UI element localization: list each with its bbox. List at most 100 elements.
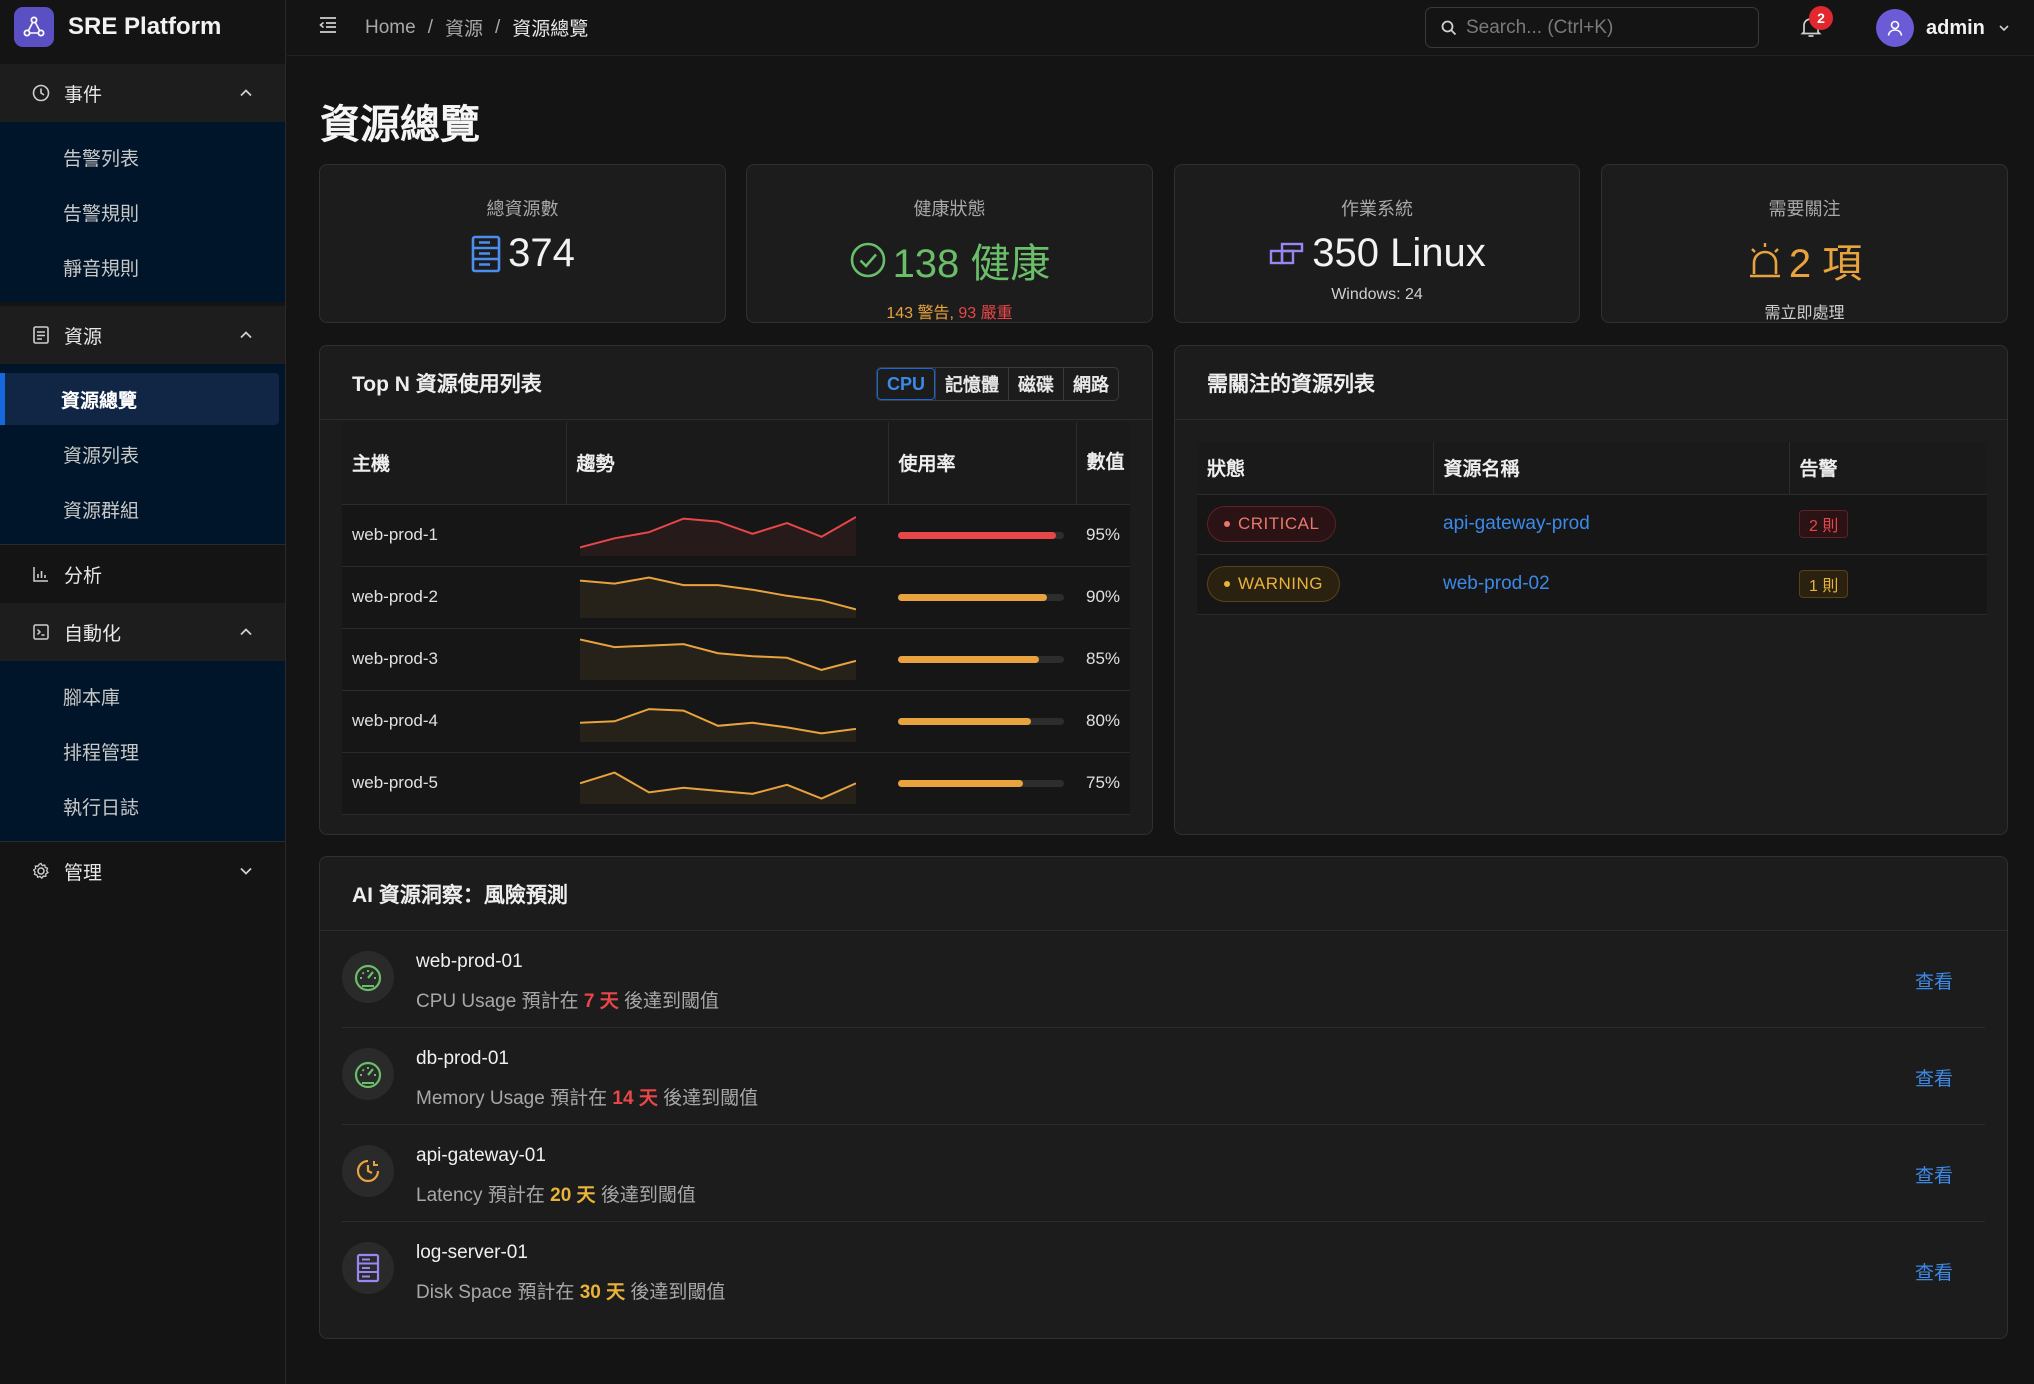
sidebar-item-resource-groups[interactable]: 資源群組 bbox=[6, 483, 279, 535]
insight-host: api-gateway-01 bbox=[416, 1145, 546, 1166]
usage-cell bbox=[888, 690, 1076, 753]
usage-cell bbox=[888, 628, 1076, 691]
view-link[interactable]: 查看 bbox=[1915, 1064, 1953, 1091]
insight-pre: 預計在 bbox=[521, 991, 579, 1012]
value-cell: 85% bbox=[1076, 628, 1130, 691]
list-item: db-prod-01 Memory Usage 預計在 14 天 後達到閾值 查… bbox=[342, 1028, 1985, 1125]
menu-group-events[interactable]: 事件 bbox=[0, 64, 285, 122]
insight-description: CPU Usage 預計在 7 天 後達到閾值 bbox=[416, 986, 719, 1013]
view-link[interactable]: 查看 bbox=[1915, 1161, 1953, 1188]
stat-sub: 需立即處理 bbox=[1764, 305, 1845, 322]
host-cell: web-prod-2 bbox=[342, 566, 566, 629]
breadcrumb: Home / 資源 / 資源總覽 bbox=[365, 14, 588, 41]
breadcrumb-current: 資源總覽 bbox=[512, 19, 589, 40]
view-link[interactable]: 查看 bbox=[1915, 1258, 1953, 1285]
sidebar-item-execution-logs[interactable]: 執行日誌 bbox=[6, 780, 279, 832]
stat-card-os: 作業系統 350 Linux Windows: 24 bbox=[1174, 164, 1580, 323]
stat-value: 374 bbox=[508, 231, 575, 275]
sidebar-item-silence-rules[interactable]: 靜音規則 bbox=[6, 241, 279, 293]
resource-link[interactable]: api-gateway-prod bbox=[1443, 513, 1590, 534]
insight-days: 7 天 bbox=[583, 991, 619, 1012]
stat-card-attention: 需要關注 2 項 需立即處理 bbox=[1601, 164, 2008, 323]
breadcrumb-separator: / bbox=[494, 16, 501, 38]
sparkline-area bbox=[580, 639, 856, 680]
sparkline-area bbox=[580, 577, 856, 618]
tab-disk[interactable]: 磁碟 bbox=[1008, 368, 1063, 400]
sidebar-item-script-library[interactable]: 腳本庫 bbox=[6, 670, 279, 722]
table-row[interactable]: web-prod-3 85% bbox=[342, 628, 1130, 691]
sidebar-item-alert-rules[interactable]: 告警規則 bbox=[6, 186, 279, 238]
sidebar-item-schedule-management[interactable]: 排程管理 bbox=[6, 725, 279, 777]
card-title: AI 資源洞察：風險預測 bbox=[320, 857, 2007, 931]
column-header-status: 狀態 bbox=[1197, 442, 1433, 495]
view-link[interactable]: 查看 bbox=[1915, 967, 1953, 994]
insight-description: Memory Usage 預計在 14 天 後達到閾值 bbox=[416, 1083, 758, 1110]
brand[interactable]: SRE Platform bbox=[0, 0, 285, 54]
menu-group-resources[interactable]: 資源 bbox=[0, 306, 285, 364]
alarm-icon bbox=[1749, 243, 1780, 278]
search-placeholder: Search... (Ctrl+K) bbox=[1466, 16, 1614, 38]
insight-description: Disk Space 預計在 30 天 後達到閾值 bbox=[416, 1277, 725, 1304]
page-title: 資源總覽 bbox=[320, 103, 480, 147]
breadcrumb-home[interactable]: Home bbox=[365, 17, 416, 39]
sidebar-item-resource-overview[interactable]: 資源總覽 bbox=[0, 373, 279, 425]
top-header: Home / 資源 / 資源總覽 Search... (Ctrl+K) 2 ad… bbox=[287, 0, 2034, 56]
usage-cell bbox=[888, 752, 1076, 815]
usage-bar-fill bbox=[898, 779, 1023, 787]
menu-group-automation[interactable]: 自動化 bbox=[0, 603, 285, 661]
username: admin bbox=[1926, 16, 1985, 39]
column-header-resource-name: 資源名稱 bbox=[1432, 442, 1789, 495]
insight-metric: CPU Usage bbox=[416, 991, 517, 1012]
value-cell: 90% bbox=[1076, 566, 1130, 629]
trend-cell bbox=[566, 566, 888, 629]
resource-link[interactable]: web-prod-02 bbox=[1443, 573, 1550, 594]
stat-card-total: 總資源數 374 bbox=[319, 164, 726, 323]
terminal-icon bbox=[30, 621, 52, 643]
history-icon bbox=[30, 82, 52, 104]
table-row[interactable]: WARNING web-prod-02 1 則 bbox=[1197, 554, 1987, 615]
usage-cell bbox=[888, 566, 1076, 629]
table-row[interactable]: web-prod-1 95% bbox=[342, 504, 1130, 567]
value-cell: 75% bbox=[1076, 752, 1130, 815]
brand-logo-icon bbox=[14, 7, 54, 47]
table-row[interactable]: web-prod-2 90% bbox=[342, 566, 1130, 629]
insight-host: web-prod-01 bbox=[416, 951, 523, 972]
menu-group-label: 事件 bbox=[64, 84, 103, 106]
breadcrumb-separator: / bbox=[427, 16, 433, 38]
usage-cell bbox=[888, 504, 1076, 567]
search-icon bbox=[1441, 20, 1457, 35]
insight-pre: 預計在 bbox=[487, 1185, 545, 1206]
insight-metric: Memory Usage bbox=[416, 1088, 545, 1109]
document-icon bbox=[30, 324, 52, 346]
bar-chart-icon bbox=[30, 563, 52, 585]
stat-label: 健康狀態 bbox=[913, 199, 986, 219]
tab-network[interactable]: 網路 bbox=[1063, 368, 1118, 400]
insight-post: 後達到閾值 bbox=[663, 1088, 759, 1109]
insight-host: log-server-01 bbox=[416, 1242, 528, 1263]
sparkline-chart bbox=[579, 771, 857, 804]
sidebar-item-alert-list[interactable]: 告警列表 bbox=[6, 131, 279, 183]
windows-icon bbox=[1270, 242, 1304, 264]
server-icon bbox=[342, 1242, 394, 1294]
table-row[interactable]: CRITICAL api-gateway-prod 2 則 bbox=[1197, 494, 1987, 555]
tab-memory[interactable]: 記憶體 bbox=[935, 368, 1008, 400]
table-row[interactable]: web-prod-4 80% bbox=[342, 690, 1130, 753]
status-dot bbox=[1224, 521, 1230, 527]
sidebar-item-resource-list[interactable]: 資源列表 bbox=[6, 428, 279, 480]
tab-cpu[interactable]: CPU bbox=[876, 368, 935, 400]
sidebar: SRE Platform 事件 告警列表 告警規則 靜音規則 資源 資源總覽 資… bbox=[0, 0, 286, 1384]
column-header-trend: 趨勢 bbox=[565, 422, 888, 505]
trend-cell bbox=[566, 690, 888, 753]
menu-group-analytics[interactable]: 分析 bbox=[0, 545, 285, 603]
table-row[interactable]: web-prod-5 75% bbox=[342, 752, 1130, 815]
menu-group-admin[interactable]: 管理 bbox=[0, 842, 285, 900]
alert-count-badge: 2 則 bbox=[1799, 510, 1849, 538]
breadcrumb-resources[interactable]: 資源 bbox=[445, 14, 483, 41]
status-dot bbox=[1224, 581, 1230, 587]
search-input[interactable]: Search... (Ctrl+K) bbox=[1425, 7, 1759, 48]
brand-name: SRE Platform bbox=[68, 13, 222, 40]
list-item: web-prod-01 CPU Usage 預計在 7 天 後達到閾值 查看 bbox=[342, 931, 1985, 1028]
menu-fold-icon[interactable] bbox=[317, 14, 339, 41]
stat-label: 作業系統 bbox=[1341, 199, 1413, 219]
user-menu[interactable]: admin bbox=[1876, 9, 2011, 47]
